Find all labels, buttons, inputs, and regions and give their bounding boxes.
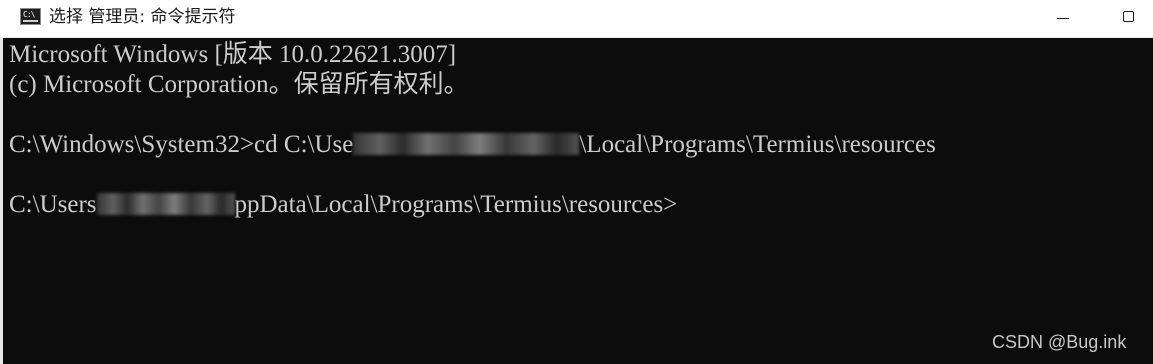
redacted-username-2 xyxy=(96,193,235,215)
console-line-prompt: C:\Users ppData\Local\Programs\Termius\re… xyxy=(9,190,677,220)
prompt-suffix: ppData\Local\Programs\Termius\resources> xyxy=(234,191,678,218)
prompt-prefix: C:\Users xyxy=(9,191,97,218)
redacted-username-1 xyxy=(353,133,580,155)
minimize-button[interactable] xyxy=(1040,0,1086,36)
background-window-edge xyxy=(0,38,3,364)
console-line-cd-command: C:\Windows\System32>cd C:\Use \Local\Prog… xyxy=(9,130,936,160)
maximize-icon xyxy=(1123,11,1134,22)
cmd-icon[interactable]: C:\ xyxy=(20,8,41,25)
cd-command-suffix: \Local\Programs\Termius\resources xyxy=(579,131,936,158)
title-bar[interactable]: C:\ 选择 管理员: 命令提示符 xyxy=(0,0,1153,38)
window-title: 选择 管理员: 命令提示符 xyxy=(49,7,236,27)
console-line-version: Microsoft Windows [版本 10.0.22621.3007] xyxy=(9,41,457,68)
cd-command-prefix: C:\Windows\System32>cd C:\Use xyxy=(9,131,354,158)
command-prompt-window: C:\ 选择 管理员: 命令提示符 Microsoft Windows [版本 … xyxy=(0,0,1153,364)
csdn-watermark: CSDN @Bug.ink xyxy=(992,332,1127,352)
maximize-button[interactable] xyxy=(1106,0,1152,36)
minimize-icon xyxy=(1057,18,1069,19)
cmd-icon-glyph: C:\ xyxy=(23,10,35,19)
cmd-icon-bar xyxy=(23,20,38,22)
console-output[interactable]: Microsoft Windows [版本 10.0.22621.3007] (… xyxy=(0,38,1153,364)
console-line-copyright: (c) Microsoft Corporation。保留所有权利。 xyxy=(9,71,469,98)
